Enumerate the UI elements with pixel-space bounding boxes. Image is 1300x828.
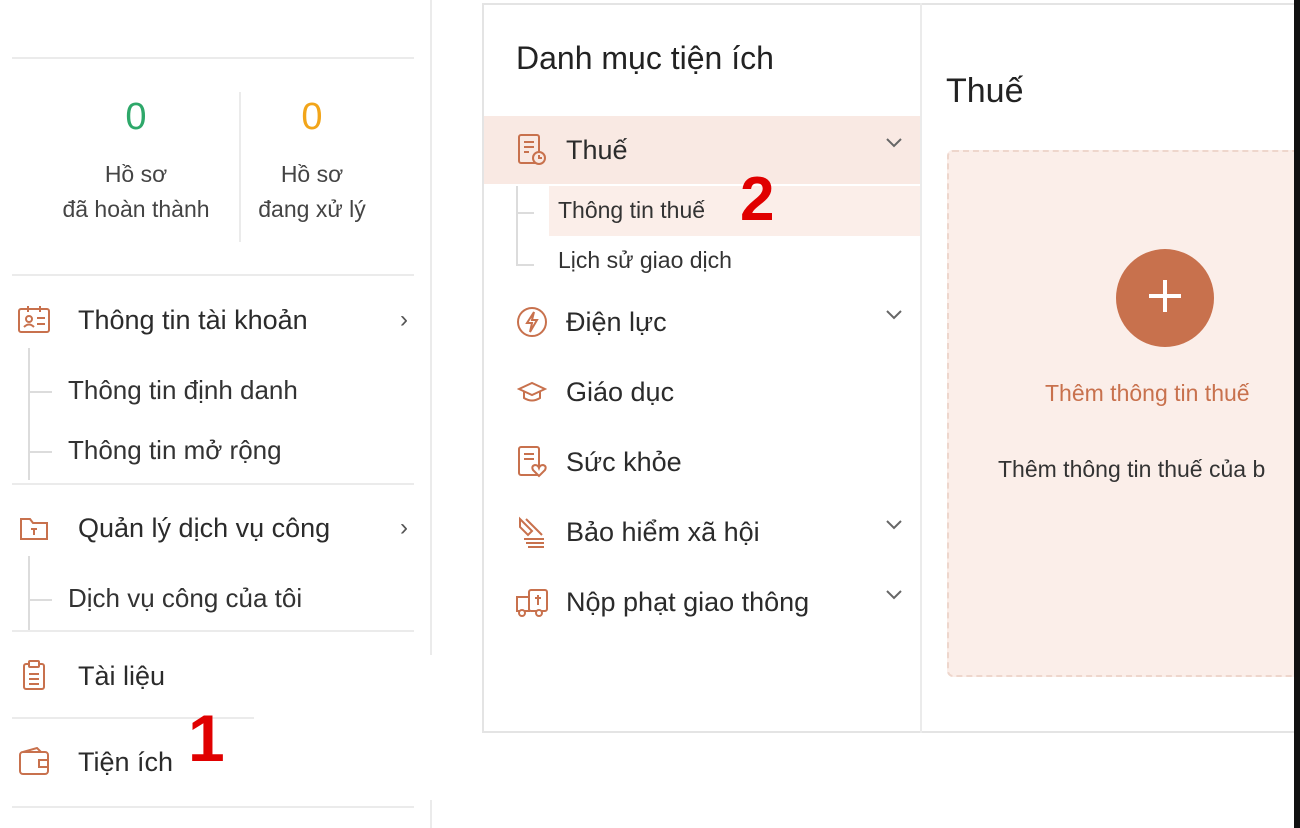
tree-line [28,451,52,453]
tree-line [28,348,30,480]
tree-line [516,212,534,214]
chevron-right-icon: › [400,306,408,333]
sidebar-border [430,800,432,828]
add-tax-card [947,150,1300,677]
completed-label-line2: đã hoàn thành [62,196,210,222]
subcategory-tax-info[interactable]: Thông tin thuế [558,197,705,224]
add-tax-description: Thêm thông tin thuế của b [998,456,1266,482]
category-electricity[interactable]: Điện lực [484,288,920,356]
tree-line [516,186,518,266]
divider [12,274,414,276]
processing-label-line2: đang xử lý [258,196,366,222]
health-record-icon [514,444,550,480]
divider [12,630,414,632]
sidebar-border [430,0,432,655]
screen-edge [1294,0,1300,828]
divider [12,806,414,808]
sidebar-item-label: Quản lý dịch vụ công [78,512,331,543]
tree-line [516,264,534,266]
sidebar-item-label: Tiện ích [78,746,174,777]
divider [12,57,414,59]
panel-divider [920,3,922,733]
add-tax-button[interactable] [1116,249,1214,347]
category-label: Bảo hiểm xã hội [566,516,760,547]
category-traffic-fines[interactable]: Nộp phạt giao thông [484,568,920,636]
annotation-2: 2 [740,165,775,234]
content-title: Thuế [946,72,1024,110]
completed-count: 0 [125,96,147,138]
sidebar-subitem-my-services[interactable]: Dịch vụ công của tôi [68,583,302,614]
lightning-icon [514,304,550,340]
category-label: Nộp phạt giao thông [566,586,810,617]
category-education[interactable]: Giáo dục [484,358,920,426]
processing-label: Hồ sơ đang xử lý [212,157,412,227]
chevron-down-icon [884,136,904,154]
wallet-icon [16,744,52,780]
sidebar-item-label: Tài liệu [78,660,166,691]
category-label: Điện lực [566,306,667,337]
add-tax-label: Thêm thông tin thuế [1045,380,1250,406]
completed-label: Hồ sơ đã hoàn thành [36,157,236,227]
sidebar-item-label: Thông tin tài khoản [78,304,308,335]
category-label: Giáo dục [566,376,675,407]
tax-document-icon [514,132,550,168]
chevron-right-icon: › [400,514,408,541]
chevron-down-icon [884,588,904,606]
traffic-fine-icon [514,584,550,620]
category-social-insurance[interactable]: Bảo hiểm xã hội [484,498,920,566]
plus-icon [1145,276,1185,321]
tree-line [28,556,30,630]
folder-icon [16,510,52,546]
chevron-down-icon [884,518,904,536]
id-card-icon [16,302,52,338]
sidebar-subitem-identity[interactable]: Thông tin định danh [68,375,298,406]
category-health[interactable]: Sức khỏe [484,428,920,496]
sidebar-item-documents[interactable]: Tài liệu [14,650,414,702]
sidebar-subitem-extended[interactable]: Thông tin mở rộng [68,435,282,466]
subcategory-transaction-history[interactable]: Lịch sử giao dịch [558,247,732,274]
insurance-icon [514,514,550,550]
catalog-title: Danh mục tiện ích [516,40,774,76]
tree-line [28,391,52,393]
category-label: Sức khỏe [566,446,682,477]
annotation-1: 1 [188,701,225,775]
processing-label-line1: Hồ sơ [280,161,344,187]
tree-line [28,599,52,601]
completed-label-line1: Hồ sơ [104,161,168,187]
document-icon [16,658,52,694]
category-tax[interactable]: Thuế [484,116,920,184]
category-label: Thuế [566,134,628,165]
graduation-cap-icon [514,374,550,410]
sidebar-item-public-services[interactable]: Quản lý dịch vụ công › [14,502,414,554]
divider [12,483,414,485]
processing-count: 0 [301,96,323,138]
chevron-down-icon [884,308,904,326]
sidebar-item-account[interactable]: Thông tin tài khoản › [14,294,414,346]
